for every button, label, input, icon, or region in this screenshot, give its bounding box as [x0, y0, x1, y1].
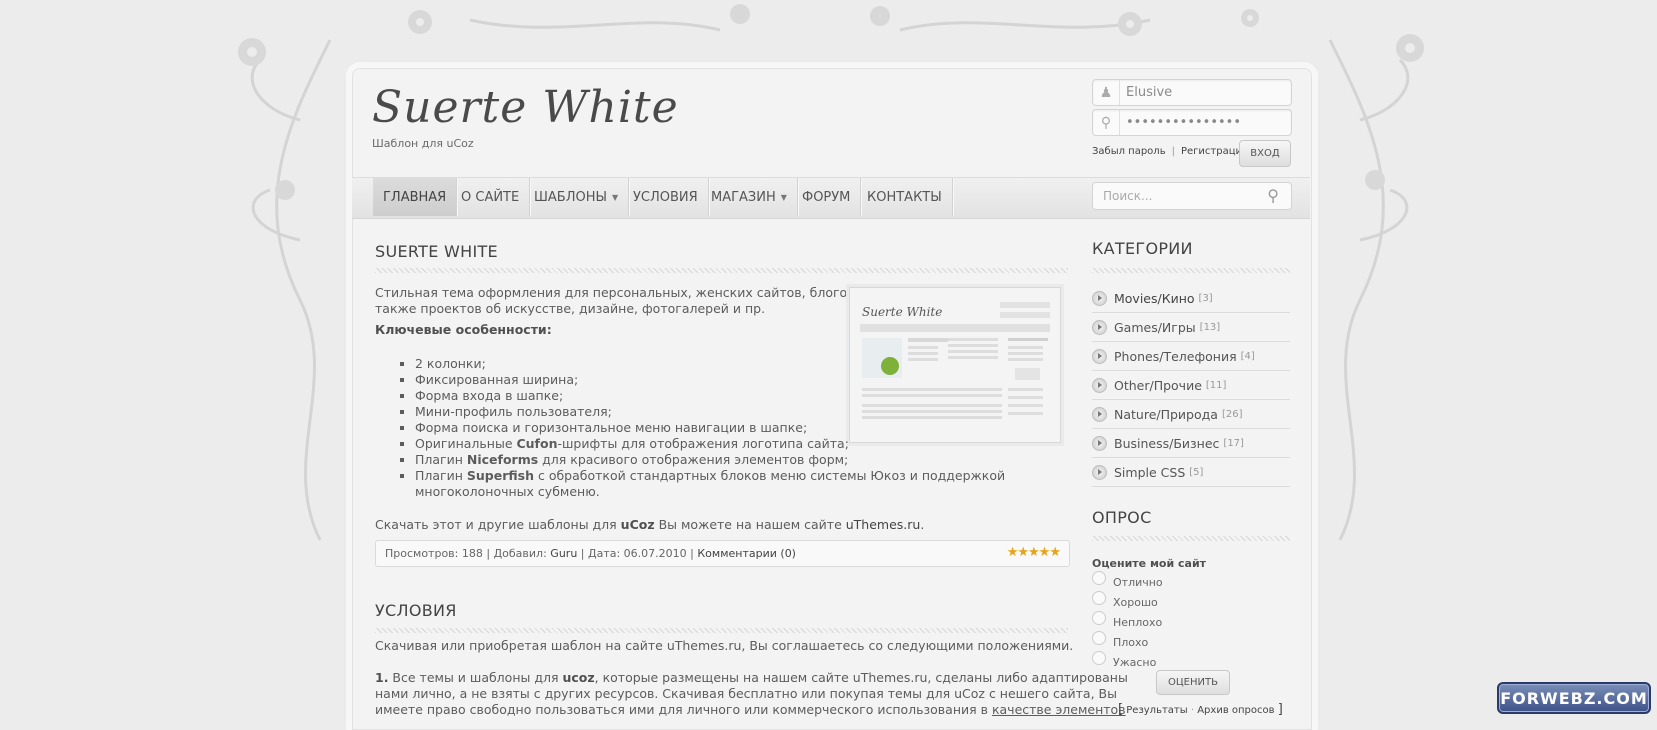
radio-button[interactable] [1092, 610, 1106, 625]
terms-p1-line2: нами лично, а не взяты с других ресурсов… [375, 686, 1117, 701]
terms-title[interactable]: УСЛОВИЯ [375, 601, 457, 620]
terms-p1-line3: имеете право свободно пользоваться ими д… [375, 702, 1126, 717]
article-title[interactable]: SUERTE WHITE [375, 242, 498, 261]
divider [1092, 536, 1290, 541]
category-other[interactable]: Other/Прочие [11] [1092, 371, 1290, 400]
terms-intro: Скачивая или приобретая шаблон на сайте … [375, 638, 1074, 653]
chevron-down-icon: ▼ [780, 192, 787, 202]
key-icon: ⚲ [1093, 110, 1120, 135]
features-heading: Ключевые особенности: [375, 322, 552, 337]
terms-link[interactable]: качестве элементов [992, 702, 1126, 717]
chevron-down-icon: ▼ [611, 192, 619, 202]
arrow-right-icon [1092, 290, 1107, 306]
poll-option-ok[interactable]: Неплохо [1092, 610, 1162, 629]
article-meta: Просмотров: 188 | Добавил: Guru | Дата: … [375, 540, 1070, 567]
arrow-right-icon [1092, 406, 1107, 422]
poll-question: Оцените мой сайт [1092, 557, 1207, 570]
watermark-logo: FORWEBZ.COM [1497, 682, 1651, 714]
nav-item-home[interactable]: ГЛАВНАЯ [373, 178, 458, 216]
register-link[interactable]: Регистрация [1181, 146, 1248, 157]
category-nature[interactable]: Nature/Природа [26] [1092, 400, 1290, 429]
views-count: 188 [461, 547, 483, 560]
vote-button[interactable]: ОЦЕНИТЬ [1156, 670, 1230, 695]
divider [1092, 268, 1290, 273]
nav-item-shop[interactable]: МАГАЗИН ▼ [701, 178, 798, 216]
radio-button[interactable] [1092, 590, 1106, 605]
nav-item-templates[interactable]: ШАБЛОНЫ ▼ [524, 178, 630, 216]
radio-button[interactable] [1092, 650, 1106, 665]
divider [375, 268, 1068, 273]
poll-option-terrible[interactable]: Ужасно [1092, 650, 1156, 669]
divider [375, 628, 1068, 633]
poll-option-good[interactable]: Хорошо [1092, 590, 1158, 609]
poll-option-excellent[interactable]: Отлично [1092, 570, 1163, 589]
list-item: Оригинальные Cufon-шрифты для отображени… [415, 436, 1075, 452]
forgot-password-link[interactable]: Забыл пароль [1092, 146, 1166, 157]
login-links: Забыл пароль | Регистрация [1092, 146, 1249, 157]
username-value: Elusive [1126, 85, 1173, 100]
arrow-right-icon [1092, 464, 1107, 480]
radio-button[interactable] [1092, 630, 1106, 645]
rating-stars[interactable]: ★★★★★ [1007, 545, 1061, 560]
features-list: 2 колонки; Фиксированная ширина; Форма в… [395, 356, 1075, 500]
username-field[interactable]: ♟ Elusive [1092, 79, 1292, 106]
radio-button[interactable] [1092, 570, 1106, 585]
article-intro-line1: Стильная тема оформления для персональны… [375, 285, 871, 300]
category-games[interactable]: Games/Игры [13] [1092, 313, 1290, 342]
categories-title: КАТЕГОРИИ [1092, 239, 1193, 258]
list-item: Мини-профиль пользователя; [415, 404, 1075, 420]
list-item: Плагин Superfish с обработкой стандартны… [415, 468, 1075, 500]
nav-item-forum[interactable]: ФОРУМ [792, 178, 862, 216]
poll-archive-link[interactable]: Архив опросов [1197, 705, 1274, 716]
search-input[interactable]: Поиск... [1103, 189, 1152, 203]
nav-item-contacts[interactable]: КОНТАКТЫ [857, 178, 953, 216]
arrow-right-icon [1092, 435, 1107, 451]
login-button[interactable]: ВХОД [1239, 140, 1291, 167]
nav-item-terms[interactable]: УСЛОВИЯ [623, 178, 709, 216]
user-icon: ♟ [1093, 80, 1120, 105]
list-item: Плагин Niceforms для красивого отображен… [415, 452, 1075, 468]
list-item: Фиксированная ширина; [415, 372, 1075, 388]
download-text: Скачать этот и другие шаблоны для uCoz В… [375, 517, 925, 532]
nav-item-about[interactable]: О САЙТЕ [451, 178, 531, 216]
list-item: Форма поиска и горизонтальное меню навиг… [415, 420, 1075, 436]
poll-option-bad[interactable]: Плохо [1092, 630, 1148, 649]
search-box[interactable]: Поиск... ⚲ [1092, 182, 1292, 210]
author-link[interactable]: Guru [550, 547, 577, 560]
terms-p1-line1: 1. Все темы и шаблоны для ucoz, которые … [375, 670, 1128, 685]
category-phones[interactable]: Phones/Телефония [4] [1092, 342, 1290, 371]
arrow-right-icon [1092, 319, 1107, 335]
poll-title: ОПРОС [1092, 508, 1152, 527]
list-item: Форма входа в шапке; [415, 388, 1075, 404]
category-business[interactable]: Business/Бизнес [17] [1092, 429, 1290, 458]
list-item: 2 колонки; [415, 356, 1075, 372]
search-icon[interactable]: ⚲ [1267, 186, 1279, 205]
password-field[interactable]: ⚲ ••••••••••••••• [1092, 109, 1292, 136]
site-subtitle: Шаблон для uCoz [372, 137, 474, 150]
comments-link[interactable]: Комментарии (0) [697, 547, 796, 560]
svg-text:Suerte White: Suerte White [862, 305, 942, 319]
poll-links: [ Результаты · Архив опросов ] [1118, 702, 1283, 717]
category-movies[interactable]: Movies/Кино [3] [1092, 284, 1290, 313]
arrow-right-icon [1092, 377, 1107, 393]
password-value: ••••••••••••••• [1126, 115, 1242, 130]
uthemes-link[interactable]: uThemes.ru [846, 517, 921, 532]
category-simple-css[interactable]: Simple CSS [5] [1092, 458, 1290, 487]
article-intro-line2: также проектов об искусстве, дизайне, фо… [375, 301, 766, 316]
poll-results-link[interactable]: Результаты [1126, 705, 1187, 716]
site-logo[interactable]: Suerte White [372, 82, 679, 133]
arrow-right-icon [1092, 348, 1107, 364]
